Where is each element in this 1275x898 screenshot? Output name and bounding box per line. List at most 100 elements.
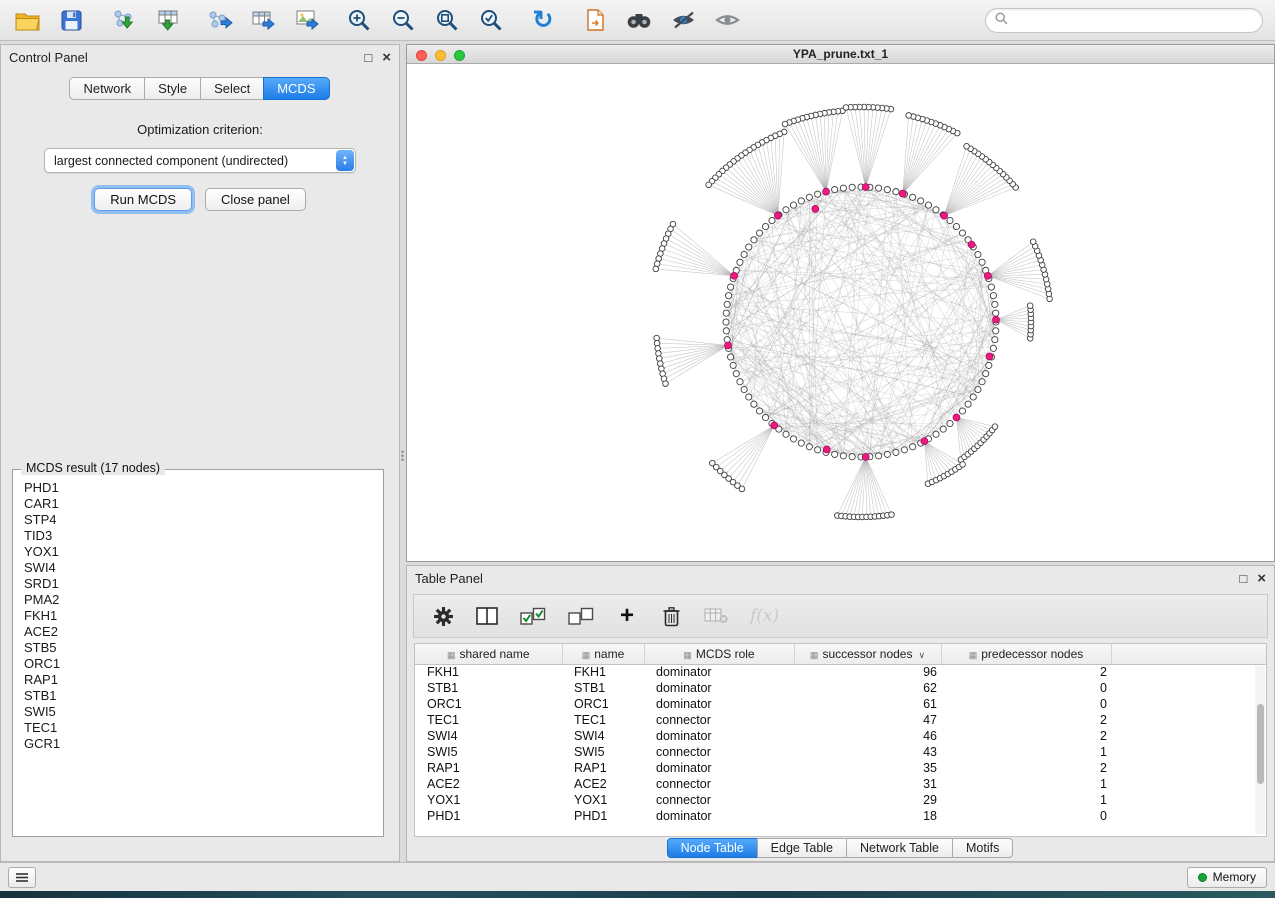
table-cell: SWI4 — [562, 728, 644, 744]
mcds-result-item[interactable]: PMA2 — [24, 592, 383, 608]
close-table-panel-icon[interactable]: × — [1257, 571, 1266, 586]
delete-row-icon[interactable] — [660, 606, 682, 627]
minimize-window-icon[interactable] — [435, 50, 446, 61]
criterion-select[interactable]: largest connected component (undirected)… — [44, 148, 356, 173]
add-row-icon[interactable]: + — [616, 607, 638, 625]
column-header-predecessor-nodes[interactable]: ▦predecessor nodes — [941, 644, 1111, 664]
mcds-result-item[interactable]: GCR1 — [24, 736, 383, 752]
mcds-result-item[interactable]: SRD1 — [24, 576, 383, 592]
column-header-successor-nodes[interactable]: ▦successor nodes∨ — [794, 644, 941, 664]
table-row[interactable]: FKH1FKH1dominator962 — [415, 664, 1266, 680]
table-cell: FKH1 — [415, 664, 562, 680]
float-panel-icon[interactable]: □ — [364, 51, 372, 64]
mcds-result-item[interactable]: CAR1 — [24, 496, 383, 512]
mcds-result-item[interactable]: STB5 — [24, 640, 383, 656]
mcds-result-item[interactable]: SWI4 — [24, 560, 383, 576]
import-network-icon[interactable] — [108, 6, 138, 34]
mcds-result-item[interactable]: PHD1 — [24, 480, 383, 496]
mcds-result-item[interactable]: SWI5 — [24, 704, 383, 720]
tab-edge-table[interactable]: Edge Table — [757, 838, 847, 858]
node-table[interactable]: ▦shared name▦name▦MCDS role▦successor no… — [415, 644, 1266, 824]
table-cell: 2 — [941, 712, 1111, 728]
table-row[interactable]: SWI5SWI5connector431 — [415, 744, 1266, 760]
refresh-layout-icon[interactable]: ↻ — [528, 6, 558, 34]
memory-button[interactable]: Memory — [1187, 867, 1267, 888]
column-header-filler — [1111, 644, 1266, 664]
control-panel-title: Control Panel — [9, 50, 88, 65]
mcds-result-item[interactable]: ORC1 — [24, 656, 383, 672]
search-binoculars-icon[interactable] — [624, 6, 654, 34]
mcds-result-list[interactable]: PHD1CAR1STP4TID3YOX1SWI4SRD1PMA2FKH1ACE2… — [13, 470, 383, 822]
memory-status-icon — [1198, 873, 1207, 882]
zoom-in-icon[interactable] — [344, 6, 374, 34]
open-folder-icon[interactable] — [12, 6, 42, 34]
table-row[interactable]: TEC1TEC1connector472 — [415, 712, 1266, 728]
run-mcds-button[interactable]: Run MCDS — [94, 188, 192, 211]
deselect-all-rows-icon[interactable] — [568, 607, 594, 626]
float-table-panel-icon[interactable]: □ — [1239, 572, 1247, 585]
table-scrollbar[interactable] — [1255, 666, 1265, 834]
save-icon[interactable] — [56, 6, 86, 34]
table-cell: YOX1 — [415, 792, 562, 808]
tab-network-table[interactable]: Network Table — [846, 838, 953, 858]
mcds-result-item[interactable]: ACE2 — [24, 624, 383, 640]
tab-select[interactable]: Select — [200, 77, 264, 100]
table-row[interactable]: SWI4SWI4dominator462 — [415, 728, 1266, 744]
table-row[interactable]: ACE2ACE2connector311 — [415, 776, 1266, 792]
column-menu-icon[interactable]: ▦ — [969, 650, 978, 660]
mcds-result-item[interactable]: STB1 — [24, 688, 383, 704]
mcds-result-item[interactable]: YOX1 — [24, 544, 383, 560]
hide-details-icon[interactable] — [668, 6, 698, 34]
select-all-rows-icon[interactable] — [520, 607, 546, 626]
tab-network[interactable]: Network — [69, 77, 145, 100]
network-canvas[interactable] — [407, 64, 1274, 560]
search-box[interactable] — [985, 8, 1263, 33]
column-header-shared-name[interactable]: ▦shared name — [415, 644, 562, 664]
mcds-result-item[interactable]: STP4 — [24, 512, 383, 528]
share-document-icon[interactable] — [580, 6, 610, 34]
column-menu-icon[interactable]: ▦ — [447, 650, 456, 660]
table-settings-gear-icon[interactable] — [432, 606, 454, 627]
table-cell: 96 — [794, 664, 941, 680]
zoom-out-icon[interactable] — [388, 6, 418, 34]
export-network-icon[interactable] — [204, 6, 234, 34]
column-menu-icon[interactable]: ▦ — [810, 650, 819, 660]
import-table-icon[interactable] — [152, 6, 182, 34]
tab-style[interactable]: Style — [144, 77, 201, 100]
table-row[interactable]: PHD1PHD1dominator180 — [415, 808, 1266, 824]
column-header-name[interactable]: ▦name — [562, 644, 644, 664]
table-row[interactable]: RAP1RAP1dominator352 — [415, 760, 1266, 776]
mcds-result-item[interactable]: TID3 — [24, 528, 383, 544]
show-columns-icon[interactable] — [476, 607, 498, 625]
column-menu-icon[interactable]: ▦ — [582, 650, 591, 660]
zoom-fit-icon[interactable] — [432, 6, 462, 34]
table-row[interactable]: STB1STB1dominator620 — [415, 680, 1266, 696]
show-panels-menu-button[interactable] — [8, 867, 36, 888]
show-details-icon[interactable] — [712, 6, 742, 34]
maximize-window-icon[interactable] — [454, 50, 465, 61]
table-scrollbar-thumb[interactable] — [1257, 704, 1264, 784]
tab-node-table[interactable]: Node Table — [667, 838, 758, 858]
mcds-result-item[interactable]: TEC1 — [24, 720, 383, 736]
zoom-selected-icon[interactable] — [476, 6, 506, 34]
table-cell: ORC1 — [562, 696, 644, 712]
column-menu-icon[interactable]: ▦ — [683, 650, 692, 660]
close-panel-icon[interactable]: × — [382, 50, 391, 65]
search-icon — [995, 12, 1008, 28]
close-panel-button[interactable]: Close panel — [205, 188, 306, 211]
column-header-MCDS-role[interactable]: ▦MCDS role — [644, 644, 794, 664]
table-row[interactable]: ORC1ORC1dominator610 — [415, 696, 1266, 712]
table-cell: 0 — [941, 696, 1111, 712]
search-input[interactable] — [1013, 12, 1253, 28]
mcds-result-item[interactable]: FKH1 — [24, 608, 383, 624]
export-image-icon[interactable] — [292, 6, 322, 34]
tab-motifs[interactable]: Motifs — [952, 838, 1013, 858]
tab-mcds[interactable]: MCDS — [263, 77, 329, 100]
mcds-result-item[interactable]: RAP1 — [24, 672, 383, 688]
export-table-icon[interactable] — [248, 6, 278, 34]
network-view-titlebar[interactable]: YPA_prune.txt_1 — [407, 45, 1274, 64]
close-window-icon[interactable] — [416, 50, 427, 61]
table-cell: 35 — [794, 760, 941, 776]
table-cell: 2 — [941, 664, 1111, 680]
table-row[interactable]: YOX1YOX1connector291 — [415, 792, 1266, 808]
